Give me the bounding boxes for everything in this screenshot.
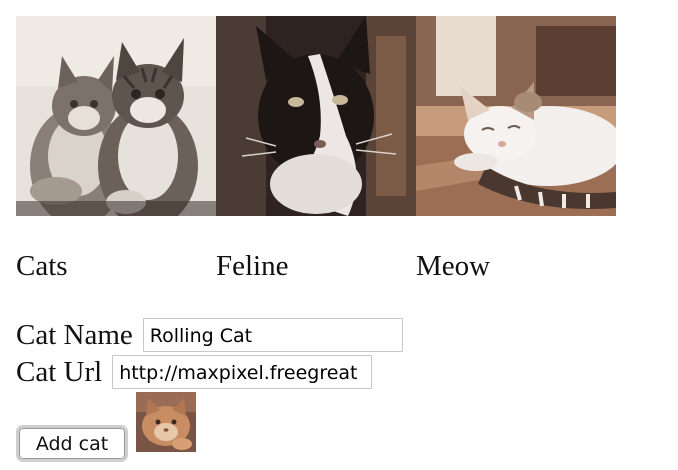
cat-url-row: Cat Url — [16, 354, 373, 390]
caption-feline: Feline — [216, 250, 289, 282]
black-white-cat-photo-icon — [216, 16, 416, 216]
cat-url-label: Cat Url — [16, 356, 103, 388]
gallery-captions: Cats Feline Meow — [16, 248, 616, 284]
cat-image-meow[interactable] — [416, 16, 616, 216]
cat-name-row: Cat Name — [16, 317, 403, 353]
caption-cats: Cats — [16, 250, 68, 282]
cat-image-feline[interactable] — [216, 16, 416, 216]
cat-image-cats[interactable] — [16, 16, 216, 216]
caption-meow: Meow — [416, 250, 491, 282]
cat-name-label: Cat Name — [16, 319, 133, 351]
cat-name-input[interactable] — [142, 318, 403, 352]
cat-gallery — [16, 16, 616, 216]
cat-preview-thumbnail — [136, 392, 196, 452]
cat-url-input[interactable] — [112, 355, 373, 389]
cat-preview-thumbnail-icon — [136, 392, 196, 452]
add-cat-button[interactable]: Add cat — [16, 425, 128, 462]
kittens-photo-icon — [16, 16, 216, 216]
resting-cat-photo-icon — [416, 16, 616, 216]
